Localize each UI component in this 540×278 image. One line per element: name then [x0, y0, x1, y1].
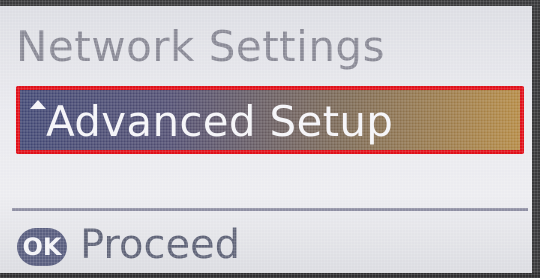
- scroll-up-arrow-icon: [30, 100, 46, 109]
- ok-button[interactable]: OK: [17, 228, 67, 266]
- screen-bezel-right: [532, 0, 540, 278]
- menu-item-advanced-setup[interactable]: Advanced Setup: [16, 86, 524, 154]
- lcd-screen: Network Settings Advanced Setup OK Proce…: [0, 0, 540, 278]
- menu-item-label: Advanced Setup: [46, 97, 394, 146]
- proceed-label: Proceed: [80, 222, 241, 268]
- footer-divider: [12, 208, 528, 211]
- screen-bezel-top: [0, 0, 540, 6]
- screen-bezel-bottom: [0, 273, 540, 278]
- page-title: Network Settings: [16, 22, 385, 71]
